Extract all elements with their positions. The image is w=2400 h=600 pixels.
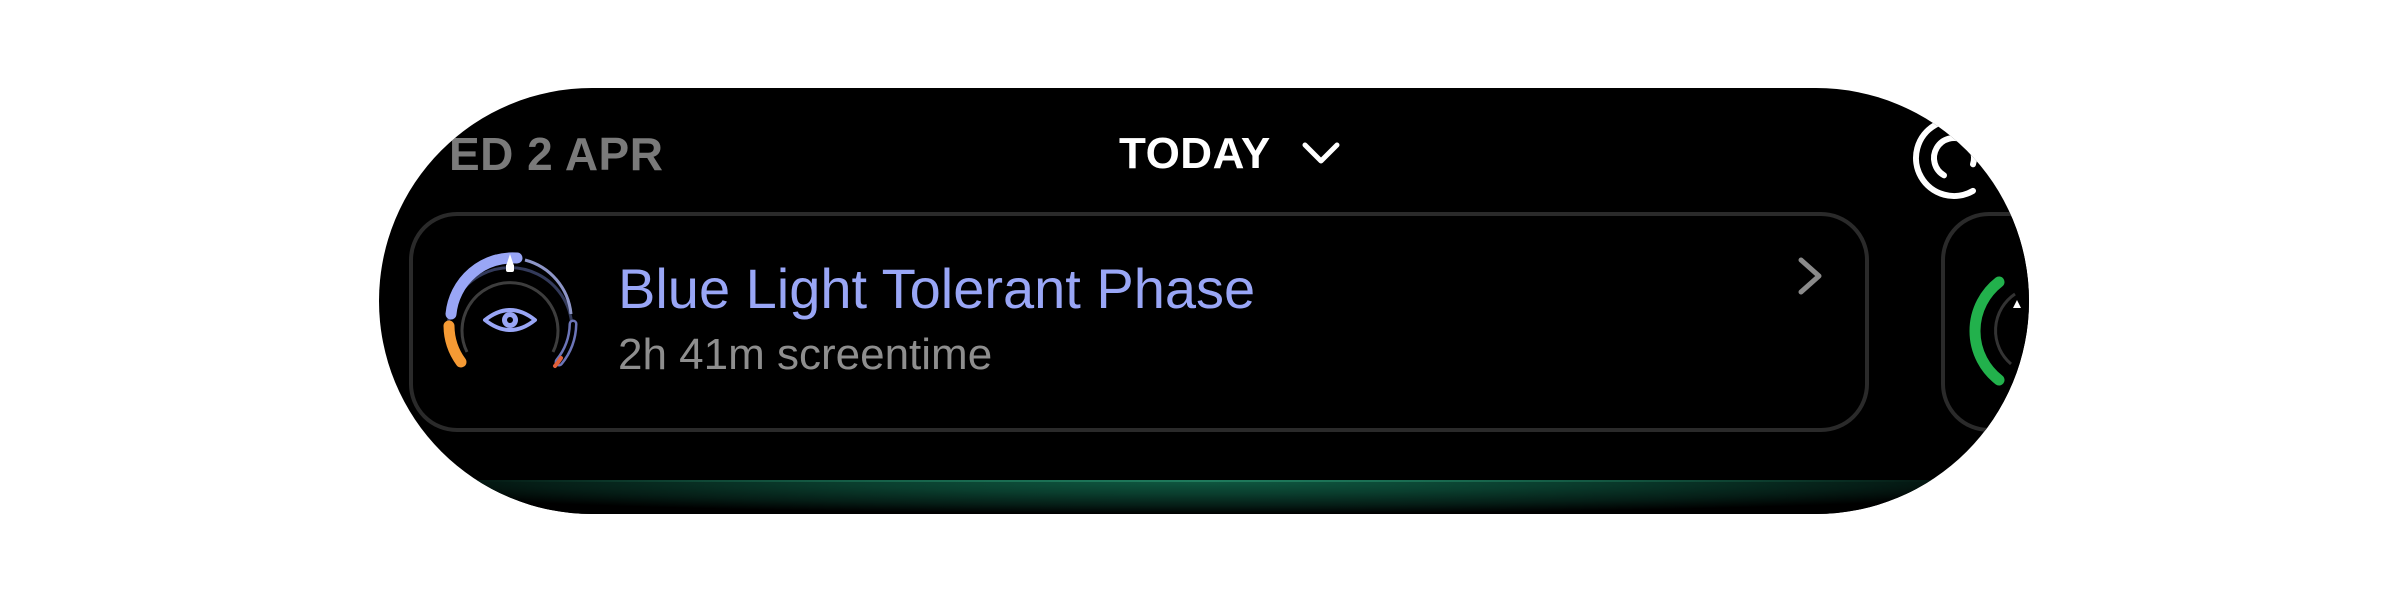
activity-ring-icon[interactable] [1899, 100, 2009, 210]
chevron-down-icon [1302, 142, 1340, 164]
phase-card[interactable]: Blue Light Tolerant Phase 2h 41m screent… [409, 212, 1869, 432]
next-card-gauge-icon [1969, 276, 2021, 386]
screen: ED 2 APR TODAY Blue Light Tolerant Phase… [0, 0, 2400, 600]
bottom-glow-strip [379, 480, 2029, 514]
phase-title: Blue Light Tolerant Phase [618, 257, 1256, 320]
previous-date-tab[interactable]: ED 2 APR [449, 104, 663, 204]
current-date-label: TODAY [1119, 129, 1271, 178]
phase-gauge-icon [443, 252, 578, 368]
date-selector[interactable]: TODAY [1119, 104, 1341, 204]
bottom-glow-line [469, 480, 1939, 482]
next-card[interactable] [1941, 212, 2029, 432]
device-screen: ED 2 APR TODAY Blue Light Tolerant Phase… [379, 88, 2029, 514]
screentime-label: 2h 41m screentime [618, 330, 993, 379]
chevron-right-icon [1798, 257, 1822, 295]
